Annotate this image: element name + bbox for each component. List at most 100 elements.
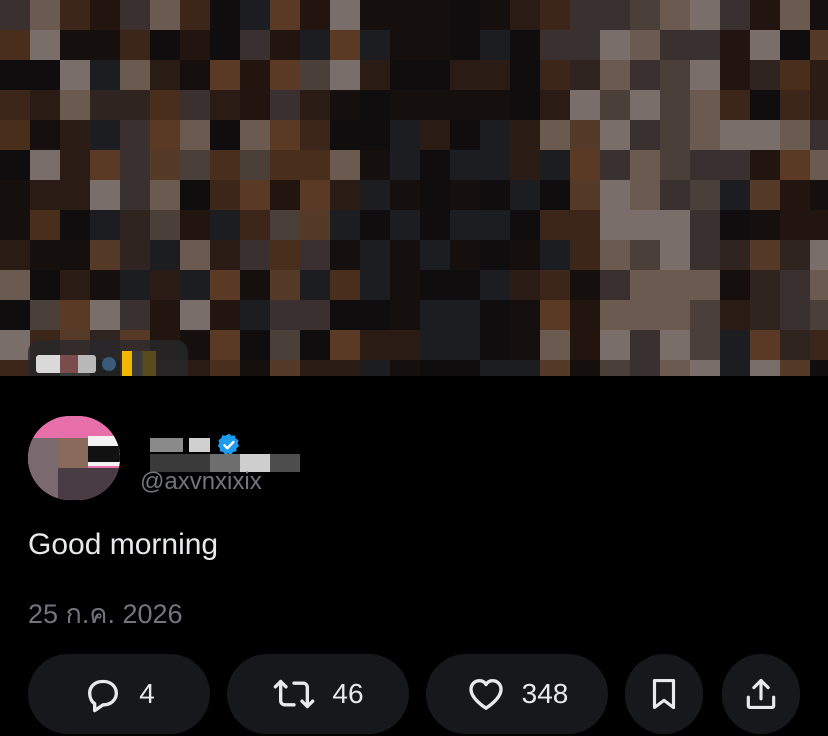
mosaic-tile xyxy=(360,210,390,240)
mosaic-tile xyxy=(630,360,660,376)
mosaic-tile xyxy=(450,240,480,270)
media-overlay-chip[interactable] xyxy=(28,340,188,376)
mosaic-tile xyxy=(300,150,330,180)
heart-icon xyxy=(466,674,506,714)
mosaic-tile xyxy=(90,150,120,180)
author-row: @axvnxixix xyxy=(28,416,800,500)
mosaic-tile xyxy=(570,330,600,360)
mosaic-tile xyxy=(540,210,570,240)
mosaic-tile xyxy=(210,90,240,120)
mosaic-tile xyxy=(510,90,540,120)
mosaic-tile xyxy=(510,30,540,60)
mosaic-tile xyxy=(810,120,828,150)
mosaic-tile xyxy=(180,180,210,210)
mosaic-tile xyxy=(120,270,150,300)
tweet-media-image[interactable] xyxy=(0,0,828,376)
mosaic-tile xyxy=(60,210,90,240)
mosaic-tile xyxy=(270,120,300,150)
mosaic-tile xyxy=(570,360,600,376)
mosaic-tile xyxy=(810,180,828,210)
user-handle[interactable]: @axvnxixix xyxy=(140,468,262,496)
mosaic-tile xyxy=(390,240,420,270)
mosaic-tile xyxy=(210,330,240,360)
like-count: 348 xyxy=(521,678,569,709)
mosaic-tile xyxy=(480,0,510,30)
mosaic-tile xyxy=(180,90,210,120)
mosaic-tile xyxy=(390,150,420,180)
mosaic-tile xyxy=(420,240,450,270)
mosaic-tile xyxy=(630,150,660,180)
mosaic-tile xyxy=(720,270,750,300)
mosaic-tile xyxy=(570,120,600,150)
share-button[interactable] xyxy=(722,654,800,734)
mosaic-tile xyxy=(390,330,420,360)
mosaic-tile xyxy=(510,60,540,90)
mosaic-tile xyxy=(540,180,570,210)
mosaic-tile xyxy=(780,0,810,30)
mosaic-tile xyxy=(600,360,630,376)
mosaic-tile xyxy=(60,300,90,330)
mosaic-tile xyxy=(360,270,390,300)
mosaic-tile xyxy=(210,30,240,60)
mosaic-tile xyxy=(0,30,30,60)
mosaic-tile xyxy=(30,270,60,300)
mosaic-tile xyxy=(360,90,390,120)
mosaic-tile xyxy=(360,300,390,330)
mosaic-tile xyxy=(360,0,390,30)
mosaic-tile xyxy=(90,60,120,90)
mosaic-tile xyxy=(300,0,330,30)
mosaic-tile xyxy=(390,360,420,376)
mosaic-tile xyxy=(390,180,420,210)
reply-button[interactable]: 4 xyxy=(28,654,210,734)
mosaic-tile xyxy=(510,270,540,300)
mosaic-tile xyxy=(480,120,510,150)
mosaic-tile xyxy=(570,150,600,180)
mosaic-tile xyxy=(690,300,720,330)
mosaic-tile xyxy=(660,210,690,240)
mosaic-tile xyxy=(390,210,420,240)
mosaic-tile xyxy=(570,210,600,240)
retweet-button[interactable]: 46 xyxy=(227,654,409,734)
mosaic-tile xyxy=(660,60,690,90)
bookmark-button[interactable] xyxy=(625,654,703,734)
mosaic-tile xyxy=(720,90,750,120)
mosaic-tile xyxy=(450,360,480,376)
mosaic-tile xyxy=(120,240,150,270)
mosaic-tile xyxy=(690,60,720,90)
mosaic-tile xyxy=(420,330,450,360)
mosaic-tile xyxy=(60,120,90,150)
mosaic-tile xyxy=(630,300,660,330)
mosaic-tile xyxy=(150,270,180,300)
mosaic-tile xyxy=(150,0,180,30)
mosaic-tile xyxy=(570,90,600,120)
mosaic-tile xyxy=(390,120,420,150)
mosaic-tile xyxy=(450,90,480,120)
mosaic-tile xyxy=(570,270,600,300)
action-bar: 4 46 348 xyxy=(28,654,800,734)
mosaic-tile xyxy=(210,120,240,150)
mosaic-tile xyxy=(540,90,570,120)
mosaic-tile xyxy=(690,90,720,120)
like-button[interactable]: 348 xyxy=(426,654,608,734)
mosaic-tile xyxy=(810,330,828,360)
mosaic-tile xyxy=(30,120,60,150)
mosaic-tile xyxy=(300,210,330,240)
mosaic-tile xyxy=(420,90,450,120)
mosaic-tile xyxy=(270,60,300,90)
mosaic-tile xyxy=(150,60,180,90)
mosaic-tile xyxy=(420,30,450,60)
mosaic-tile xyxy=(600,330,630,360)
mosaic-tile xyxy=(390,90,420,120)
retweet-icon xyxy=(272,674,316,714)
mosaic-tile xyxy=(570,30,600,60)
mosaic-tile xyxy=(330,0,360,30)
avatar[interactable] xyxy=(28,416,120,500)
mosaic-tile xyxy=(330,120,360,150)
mosaic-tile xyxy=(30,240,60,270)
tweet-timestamp[interactable]: 25 ก.ค. 2026 xyxy=(28,592,183,635)
mosaic-tile xyxy=(480,60,510,90)
mosaic-tile xyxy=(570,0,600,30)
mosaic-tile xyxy=(780,210,810,240)
mosaic-tile xyxy=(480,300,510,330)
mosaic-tile xyxy=(780,150,810,180)
